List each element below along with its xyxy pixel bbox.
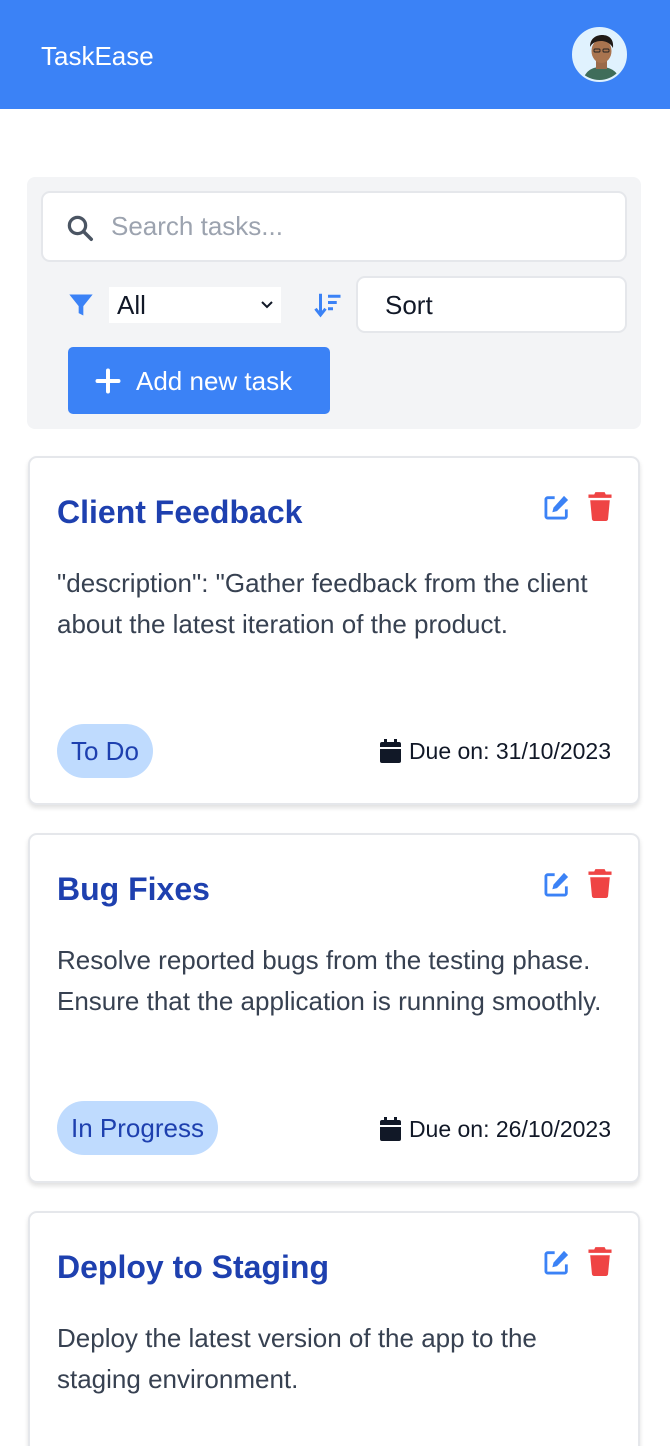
status-badge: In Progress xyxy=(57,1101,218,1155)
due-date-text: Due on: 26/10/2023 xyxy=(408,1116,611,1142)
task-title: Deploy to Staging xyxy=(57,1249,329,1285)
filter-selected-value: All xyxy=(117,290,146,320)
user-avatar[interactable] xyxy=(572,27,627,82)
trash-icon[interactable] xyxy=(587,868,613,898)
avatar-image xyxy=(574,29,625,80)
chevron-down-icon xyxy=(261,301,273,309)
calendar-icon xyxy=(379,1117,401,1141)
calendar-icon xyxy=(379,739,401,763)
app-title[interactable]: TaskEase xyxy=(41,41,154,71)
search-input[interactable] xyxy=(111,199,611,254)
filter-icon xyxy=(69,294,93,316)
task-card: Bug Fixes Resolve reported bugs from the… xyxy=(28,833,640,1183)
due-date-text: Due on: 31/10/2023 xyxy=(408,738,611,764)
sort-label: Sort xyxy=(385,290,433,320)
trash-icon[interactable] xyxy=(587,1246,613,1276)
search-box[interactable] xyxy=(41,191,627,262)
add-task-label: Add new task xyxy=(136,366,293,396)
filter-select[interactable]: All xyxy=(109,287,281,323)
trash-icon[interactable] xyxy=(587,491,613,521)
task-toolbar: All Sort Add new task xyxy=(27,177,641,429)
app-header: TaskEase xyxy=(0,0,670,109)
task-card: Deploy to Staging Deploy the latest vers… xyxy=(28,1211,640,1446)
plus-icon xyxy=(95,368,121,394)
due-date: Due on: 31/10/2023 xyxy=(379,736,611,766)
add-task-button[interactable]: Add new task xyxy=(68,347,330,414)
sort-select[interactable]: Sort xyxy=(356,276,627,333)
task-description: Resolve reported bugs from the testing p… xyxy=(57,945,602,1016)
edit-icon[interactable] xyxy=(543,493,571,521)
status-badge: To Do xyxy=(57,724,153,778)
task-card: Client Feedback "description": "Gather f… xyxy=(28,456,640,805)
task-title: Client Feedback xyxy=(57,494,303,530)
task-title: Bug Fixes xyxy=(57,871,210,907)
edit-icon[interactable] xyxy=(543,1248,571,1276)
task-description: Deploy the latest version of the app to … xyxy=(57,1323,537,1394)
edit-icon[interactable] xyxy=(543,870,571,898)
task-description: "description": "Gather feedback from the… xyxy=(57,568,588,639)
sort-icon[interactable] xyxy=(313,290,343,320)
due-date: Due on: 26/10/2023 xyxy=(379,1114,611,1144)
search-icon xyxy=(67,215,93,241)
